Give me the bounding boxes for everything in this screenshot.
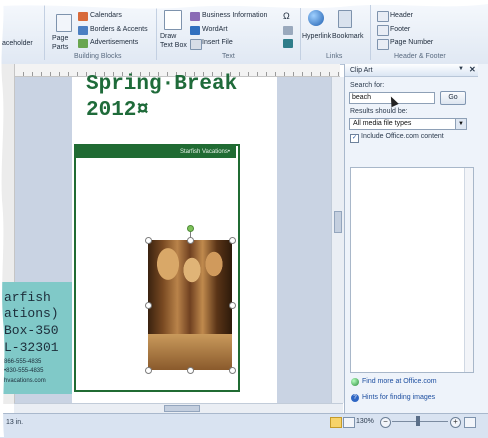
torn-edge-overlay — [0, 0, 488, 437]
